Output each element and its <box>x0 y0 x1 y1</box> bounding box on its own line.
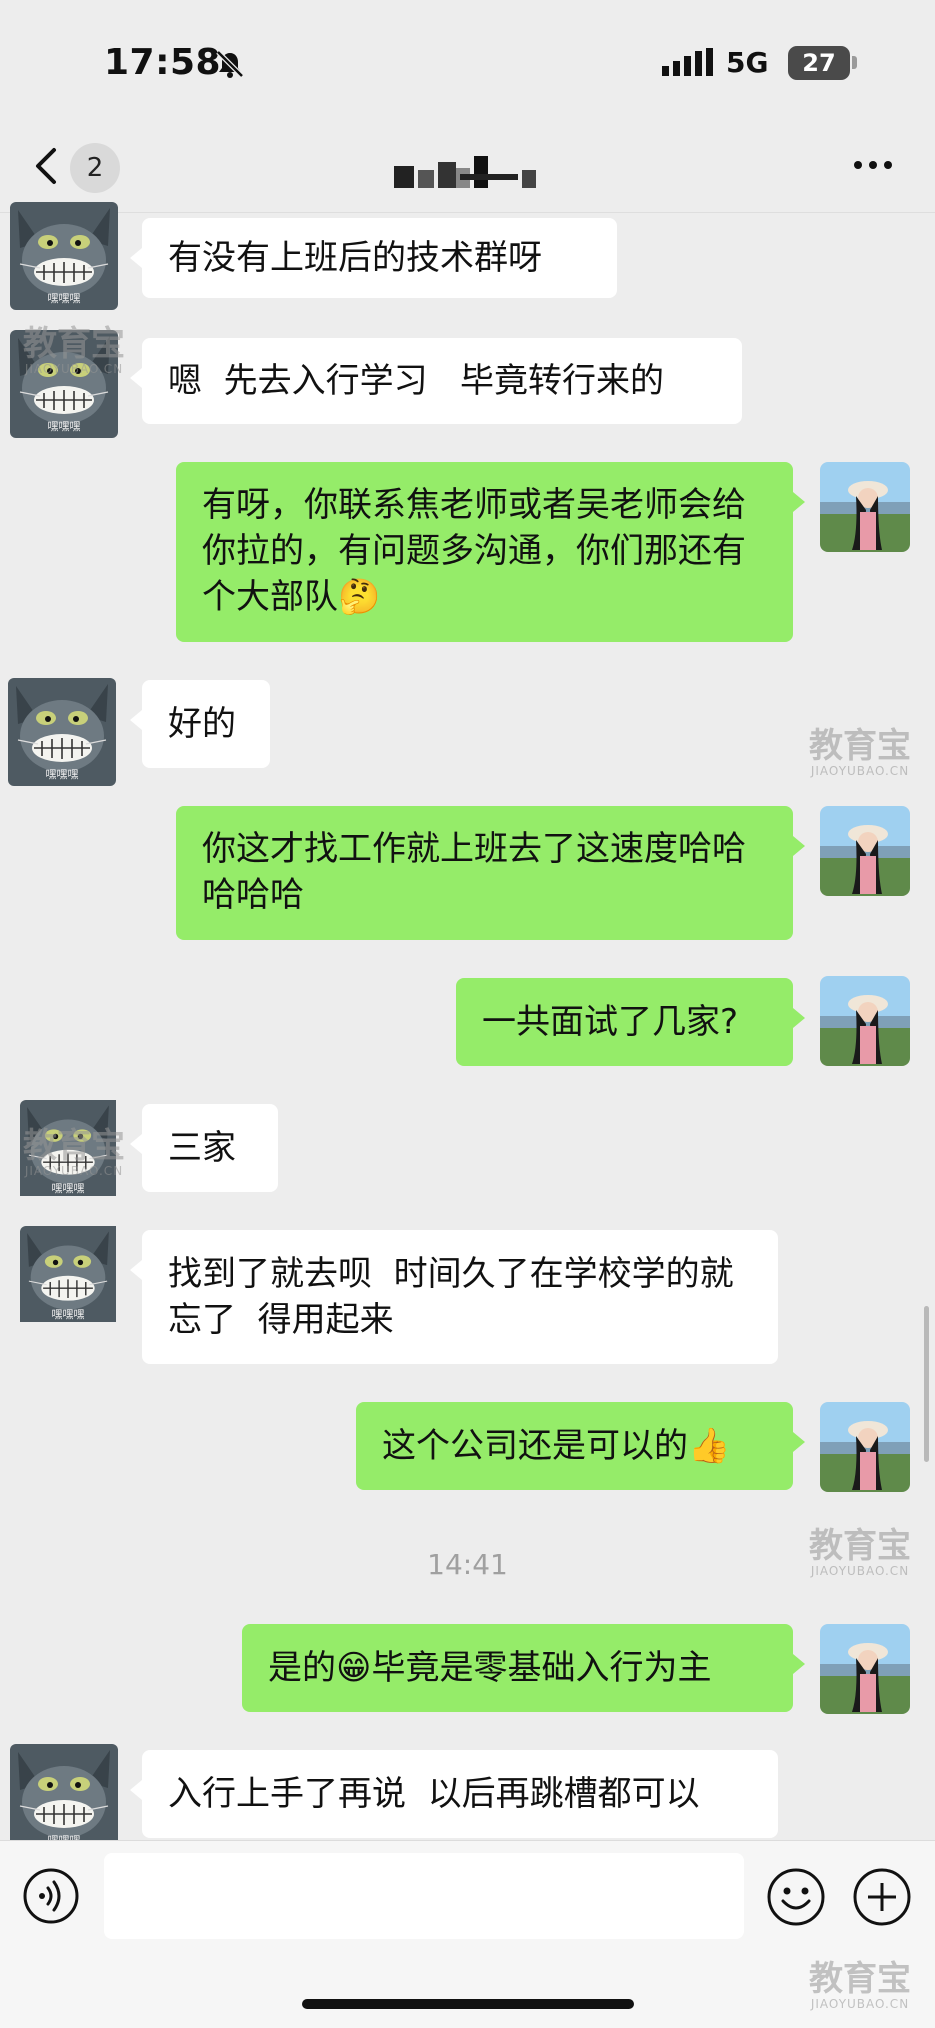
my-avatar[interactable] <box>820 806 910 896</box>
contact-avatar[interactable]: 嘿嘿嘿 <box>10 202 118 310</box>
battery-level: 27 <box>788 46 850 80</box>
message-bubble-outgoing[interactable]: 这个公司还是可以的👍 <box>356 1402 805 1490</box>
redacted-contact-name <box>394 156 536 188</box>
avatar-caption: 嘿嘿嘿 <box>51 1308 85 1321</box>
status-bar: 17:58 5G 27 <box>0 0 935 120</box>
network-type: 5G <box>726 46 769 79</box>
message-input[interactable] <box>104 1853 744 1939</box>
contact-avatar[interactable]: 嘿嘿嘿 <box>8 678 116 786</box>
contact-avatar[interactable]: 嘿嘿嘿 <box>10 1744 118 1852</box>
chat-header: 2 <box>0 120 935 213</box>
home-indicator[interactable] <box>302 1999 634 2009</box>
plus-icon[interactable] <box>852 1867 912 1927</box>
message-bubble-incoming[interactable]: 好的 <box>130 680 270 768</box>
my-avatar[interactable] <box>820 976 910 1066</box>
message-bubble-outgoing[interactable]: 是的😁毕竟是零基础入行为主 <box>242 1624 805 1712</box>
contact-avatar[interactable]: 嘿嘿嘿 <box>20 1226 128 1334</box>
watermark: 教育宝 JIAOYUBAO.CN <box>809 1959 911 2011</box>
my-avatar[interactable] <box>820 462 910 552</box>
avatar-caption: 嘿嘿嘿 <box>47 292 81 305</box>
avatar-caption: 嘿嘿嘿 <box>45 768 79 781</box>
avatar-caption: 嘿嘿嘿 <box>51 1182 85 1195</box>
message-bubble-outgoing[interactable]: 你这才找工作就上班去了这速度哈哈哈哈哈 <box>176 806 805 940</box>
unread-count-badge[interactable]: 2 <box>70 143 120 193</box>
chat-input-bar: 教育宝 JIAOYUBAO.CN <box>0 1840 935 2028</box>
message-bubble-incoming[interactable]: 找到了就去呗 时间久了在学校学的就忘了 得用起来 <box>130 1230 778 1364</box>
message-bubble-outgoing[interactable]: 一共面试了几家? <box>456 978 805 1066</box>
my-avatar[interactable] <box>820 1624 910 1714</box>
emoji-icon[interactable] <box>766 1867 826 1927</box>
voice-icon[interactable] <box>22 1867 80 1925</box>
ellipsis-icon[interactable] <box>850 150 896 180</box>
contact-avatar[interactable]: 嘿嘿嘿 <box>10 330 118 438</box>
message-bubble-incoming[interactable]: 嗯 先去入行学习 毕竟转行来的 <box>130 338 742 424</box>
message-bubble-incoming[interactable]: 入行上手了再说 以后再跳槽都可以 <box>130 1750 778 1838</box>
status-time: 17:58 <box>104 42 222 83</box>
avatar-caption: 嘿嘿嘿 <box>47 420 81 433</box>
scrollbar-thumb[interactable] <box>924 1306 929 1462</box>
contact-avatar[interactable]: 嘿嘿嘿 <box>20 1100 128 1208</box>
message-bubble-incoming[interactable]: 三家 <box>130 1104 278 1192</box>
message-bubble-incoming[interactable]: 有没有上班后的技术群呀 <box>130 218 617 298</box>
chevron-left-icon[interactable] <box>30 146 64 186</box>
my-avatar[interactable] <box>820 1402 910 1492</box>
bell-slash-icon <box>216 50 244 78</box>
watermark: 教育宝 JIAOYUBAO.CN <box>809 726 911 778</box>
cellular-signal-icon <box>662 48 713 76</box>
battery-tip <box>852 56 857 69</box>
message-bubble-outgoing[interactable]: 有呀，你联系焦老师或者吴老师会给你拉的，有问题多沟通，你们那还有个大部队🤔 <box>176 462 805 642</box>
message-timestamp: 14:41 <box>427 1548 508 1581</box>
